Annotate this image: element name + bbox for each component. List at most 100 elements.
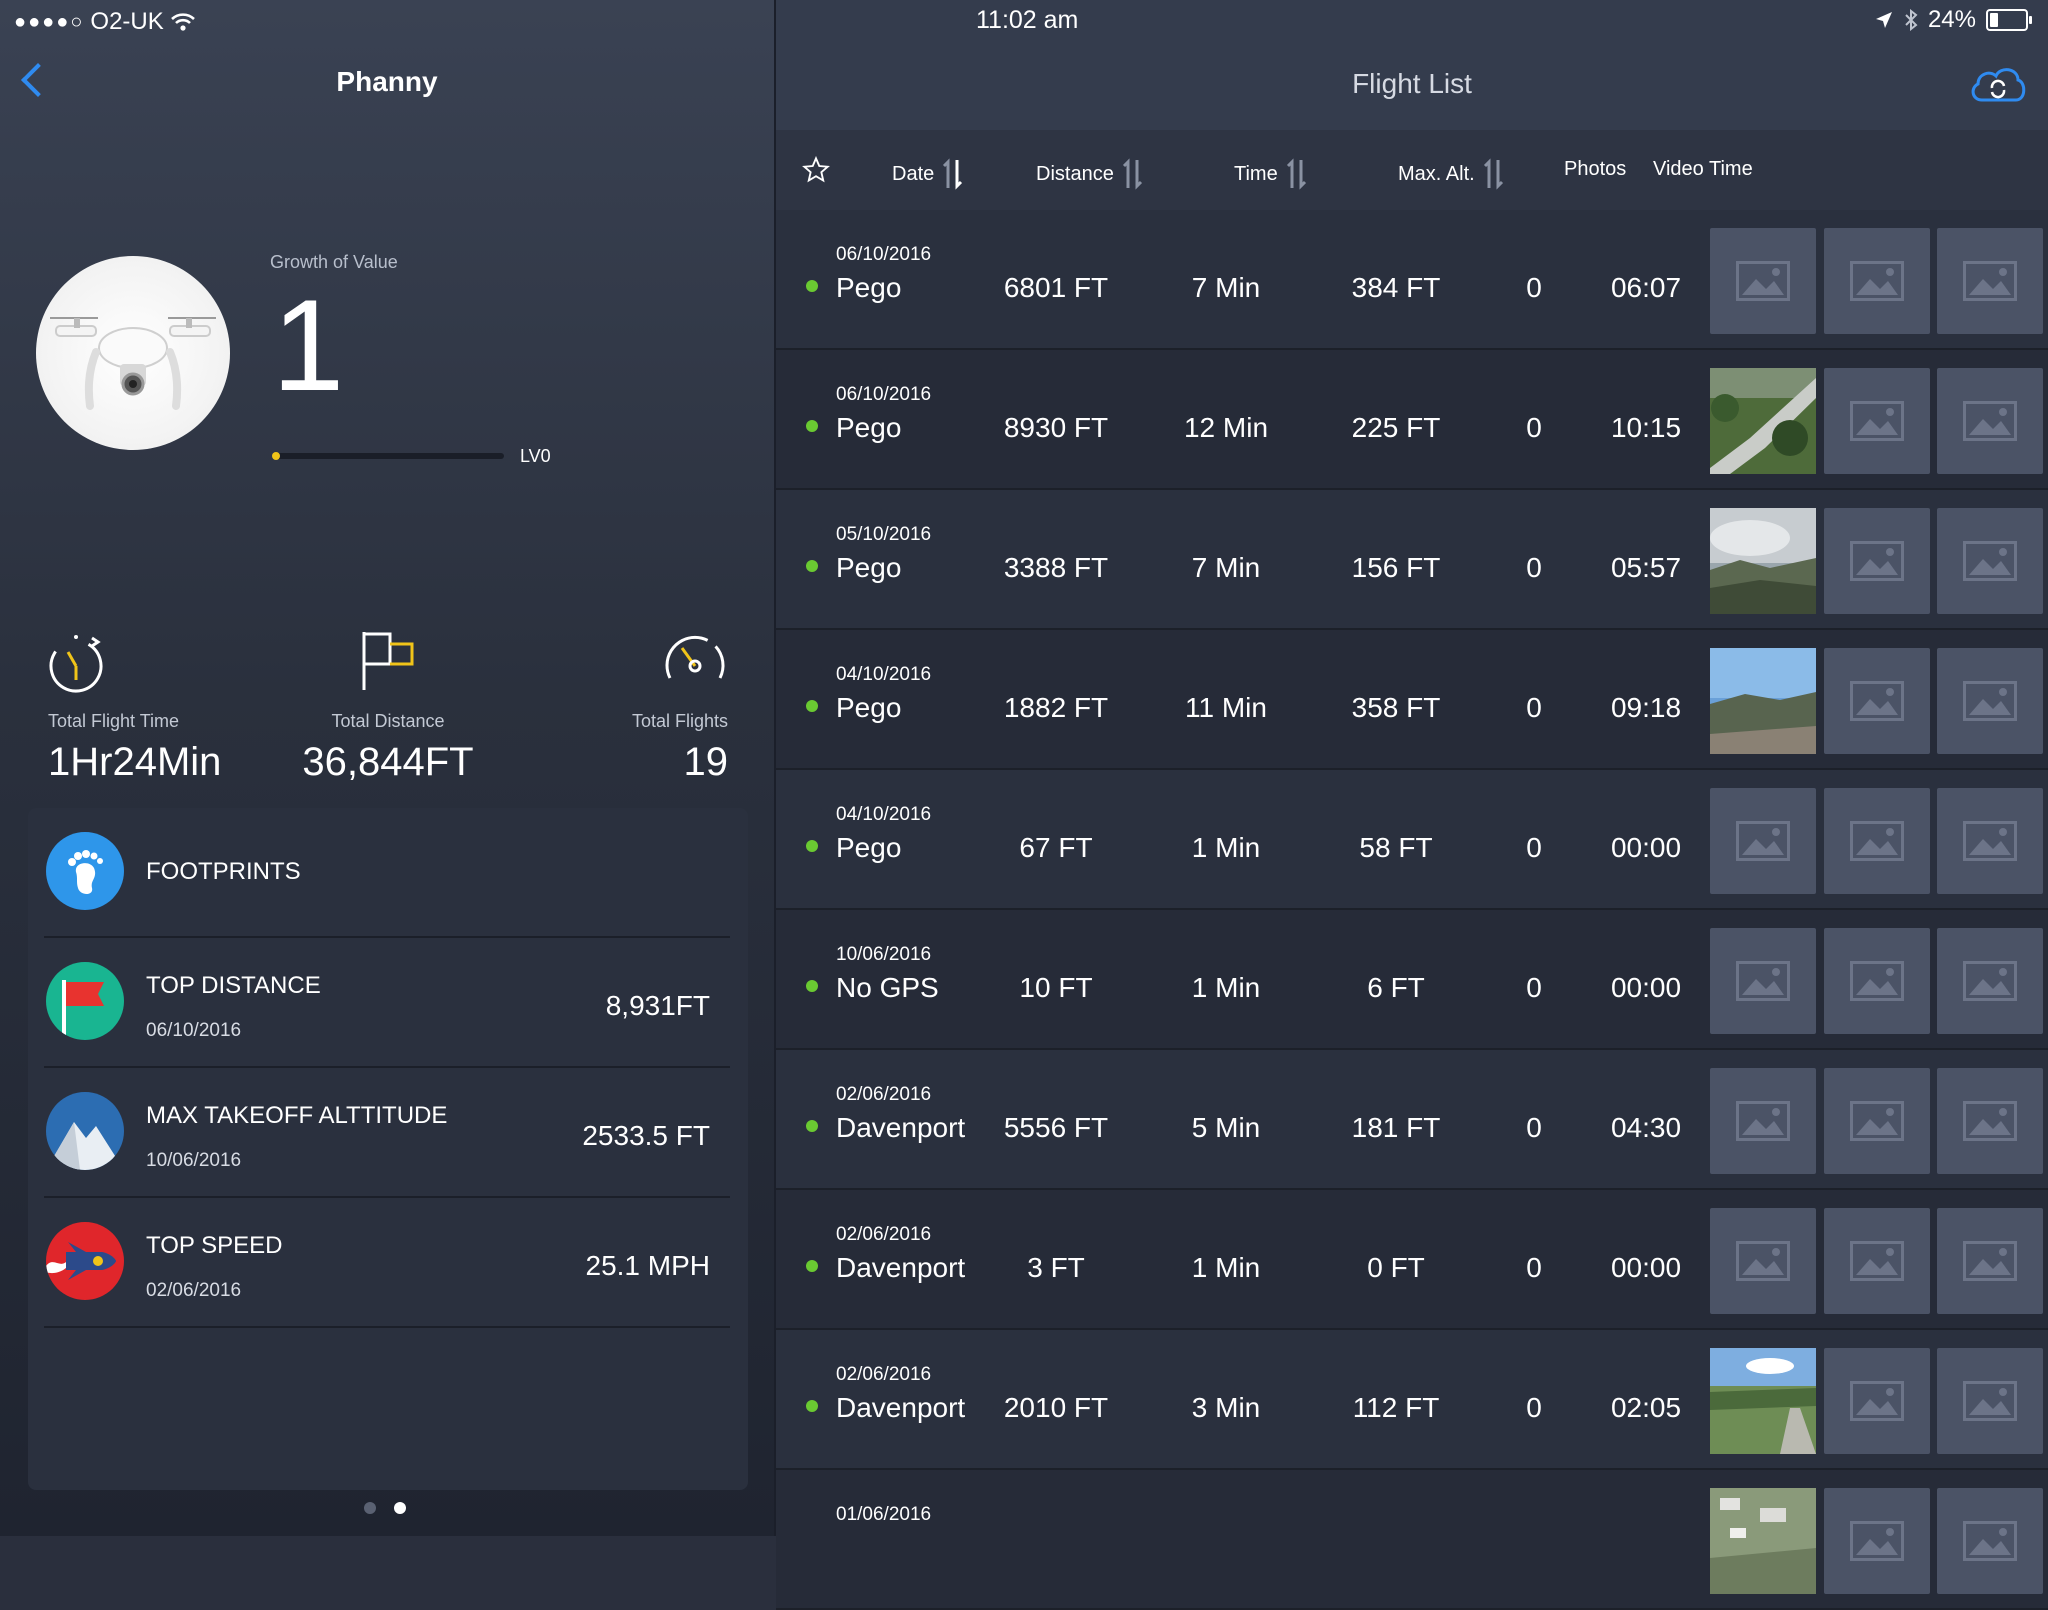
column-time[interactable]: Time — [1234, 158, 1308, 190]
thumbnail-placeholder[interactable] — [1937, 648, 2043, 754]
wifi-icon — [170, 13, 195, 31]
column-label: Date — [892, 162, 935, 185]
thumbnail-placeholder[interactable] — [1937, 508, 2043, 614]
thumbnail-placeholder[interactable] — [1937, 928, 2043, 1034]
flight-max-alt: 58 FT — [1359, 832, 1433, 863]
thumbnail-placeholder[interactable] — [1824, 648, 1930, 754]
flight-distance: 6801 FT — [1003, 272, 1109, 303]
thumbnail-placeholder[interactable] — [1824, 228, 1930, 334]
flight-max-alt: 181 FT — [1351, 1112, 1441, 1143]
level-progress-bar — [272, 452, 504, 460]
thumbnail-placeholder[interactable] — [1937, 228, 2043, 334]
column-distance[interactable]: Distance — [1036, 158, 1144, 190]
thumbnail-placeholder[interactable] — [1824, 1068, 1930, 1174]
table-row[interactable]: 05/10/2016 Pego 3388 FT 7 Min 156 FT 0 05:57 — [776, 490, 2048, 630]
page-dot[interactable] — [364, 1502, 376, 1514]
star-icon[interactable] — [802, 156, 830, 184]
thumbnail-placeholder[interactable] — [1824, 788, 1930, 894]
flight-photo-thumbnail[interactable] — [1710, 508, 1816, 614]
table-row[interactable]: 02/06/2016 Davenport 2010 FT 3 Min 112 FT 0 02… — [776, 1330, 2048, 1470]
table-row[interactable]: 01/06/2016 — [776, 1470, 2048, 1610]
thumbnail-placeholder[interactable] — [1710, 1208, 1816, 1314]
thumbnail-placeholder[interactable] — [1710, 928, 1816, 1034]
image-placeholder-icon — [1850, 681, 1904, 721]
growth-label: Growth of Value — [270, 252, 398, 272]
image-placeholder-icon — [1963, 541, 2017, 581]
thumbnail-placeholder[interactable] — [1710, 788, 1816, 894]
column-label: Photos — [1564, 158, 1627, 180]
flight-photos: 0 — [1526, 1252, 1542, 1283]
image-placeholder-icon — [1850, 541, 1904, 581]
records-card-list: FOOTPRINTS TOP DISTANCE 06/10/2016 8,931… — [28, 808, 748, 1490]
flight-photo-thumbnail[interactable] — [1710, 368, 1816, 474]
thumbnail-placeholder[interactable] — [1937, 1208, 2043, 1314]
card-top-speed[interactable]: TOP SPEED 02/06/2016 25.1 MPH — [44, 1198, 730, 1328]
card-max-takeoff-altitude[interactable]: MAX TAKEOFF ALTTITUDE 10/06/2016 2533.5 … — [44, 1068, 730, 1198]
mountain-icon — [46, 1092, 124, 1170]
growth-value: 1 — [272, 272, 345, 418]
flight-video-time: 00:00 — [1610, 972, 1682, 1003]
flight-photo-thumbnail[interactable] — [1710, 648, 1816, 754]
card-footprints[interactable]: FOOTPRINTS — [44, 808, 730, 938]
card-top-distance[interactable]: TOP DISTANCE 06/10/2016 8,931FT — [44, 938, 730, 1068]
thumbnail-placeholder[interactable] — [1937, 368, 2043, 474]
flight-max-alt: 6 FT — [1367, 972, 1425, 1003]
thumbnail-placeholder[interactable] — [1937, 788, 2043, 894]
table-row[interactable]: 10/06/2016 No GPS 10 FT 1 Min 6 FT 0 00:00 — [776, 910, 2048, 1050]
flight-date: 01/06/2016 — [836, 1504, 932, 1525]
table-row[interactable]: 04/10/2016 Pego 67 FT 1 Min 58 FT 0 00:00 — [776, 770, 2048, 910]
thumbnail-placeholder[interactable] — [1824, 1348, 1930, 1454]
drone-icon — [50, 317, 216, 410]
thumbnail-placeholder[interactable] — [1824, 1208, 1930, 1314]
stat-value: 1Hr24Min — [48, 740, 222, 784]
flight-distance: 8930 FT — [1003, 412, 1109, 443]
thumbnail-placeholder[interactable] — [1937, 1348, 2043, 1454]
table-row[interactable]: 06/10/2016 Pego 6801 FT 7 Min 384 FT 0 06:07 — [776, 210, 2048, 350]
thumbnail-placeholder[interactable] — [1937, 1068, 2043, 1174]
flight-date: 02/06/2016 — [836, 1364, 932, 1385]
flight-photo-thumbnail[interactable] — [1710, 1488, 1816, 1594]
flight-photo-thumbnail[interactable] — [1710, 1348, 1816, 1454]
bluetooth-icon — [1905, 9, 1918, 31]
flight-distance: 3388 FT — [1003, 552, 1109, 583]
column-label: Max. Alt. — [1398, 162, 1475, 185]
table-row[interactable]: 02/06/2016 Davenport 3 FT 1 Min 0 FT 0 00:00 — [776, 1190, 2048, 1330]
image-placeholder-icon — [1963, 261, 2017, 301]
card-date: 06/10/2016 — [146, 1020, 242, 1041]
card-title: TOP DISTANCE — [146, 972, 321, 999]
thumbnail-placeholder[interactable] — [1824, 1488, 1930, 1594]
image-placeholder-icon — [1963, 681, 2017, 721]
stat-value: 36,844FT — [302, 740, 474, 784]
flight-time: 11 Min — [1185, 692, 1267, 723]
flight-date: 04/10/2016 — [836, 664, 932, 685]
cloud-sync-icon[interactable] — [1970, 64, 2026, 104]
column-date[interactable]: Date — [892, 158, 964, 190]
page-dot-active[interactable] — [394, 1502, 406, 1514]
flight-video-time: 10:15 — [1610, 412, 1682, 443]
page-indicator[interactable] — [364, 1502, 406, 1514]
flight-location: Davenport — [836, 1252, 966, 1283]
thumbnail-placeholder[interactable] — [1710, 1068, 1816, 1174]
image-placeholder-icon — [1963, 401, 2017, 441]
thumbnail-placeholder[interactable] — [1824, 928, 1930, 1034]
card-value: 25.1 MPH — [585, 1250, 711, 1281]
profile-panel: Phanny Growth of Value 1 LV0 Total Fligh… — [0, 0, 774, 1536]
footprints-icon — [46, 832, 124, 910]
flight-photos: 0 — [1526, 1392, 1542, 1423]
column-label: Distance — [1036, 162, 1114, 185]
thumbnail-placeholder[interactable] — [1824, 368, 1930, 474]
table-row[interactable]: 02/06/2016 Davenport 5556 FT 5 Min 181 FT 0 04… — [776, 1050, 2048, 1190]
flight-location: Davenport — [836, 1392, 966, 1423]
sort-icon — [1122, 158, 1142, 190]
column-max-alt[interactable]: Max. Alt. — [1398, 158, 1505, 190]
image-placeholder-icon — [1850, 1241, 1904, 1281]
thumbnail-placeholder[interactable] — [1824, 508, 1930, 614]
image-placeholder-icon — [1850, 821, 1904, 861]
card-value: 8,931FT — [605, 990, 710, 1021]
thumbnail-placeholder[interactable] — [1937, 1488, 2043, 1594]
gps-status-dot — [806, 560, 818, 572]
table-row[interactable]: 06/10/2016 Pego 8930 FT 12 Min 225 FT 0 10:15 — [776, 350, 2048, 490]
thumbnail-placeholder[interactable] — [1710, 228, 1816, 334]
table-row[interactable]: 04/10/2016 Pego 1882 FT 11 Min 358 FT 0 09:18 — [776, 630, 2048, 770]
level-label: LV0 — [520, 446, 551, 466]
